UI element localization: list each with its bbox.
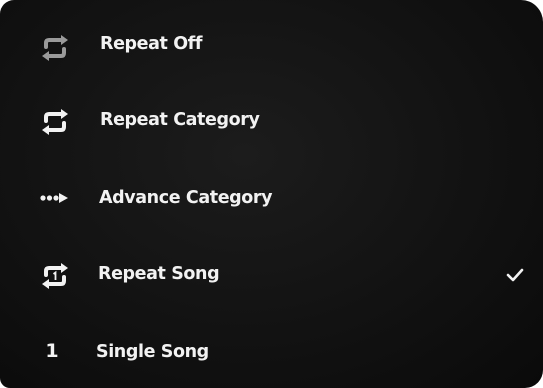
menu-item-repeat-off[interactable]: Repeat Off (0, 8, 543, 84)
repeat-off-icon (33, 30, 77, 66)
menu-item-advance-category[interactable]: Advance Category (0, 160, 543, 236)
repeat-mode-menu: Repeat Off Repeat Category Advance Categ… (0, 0, 543, 388)
menu-item-label: Advance Category (99, 188, 273, 208)
menu-item-repeat-category[interactable]: Repeat Category (0, 84, 543, 160)
repeat-icon (33, 104, 77, 140)
menu-item-repeat-song[interactable]: Repeat Song (0, 236, 543, 312)
menu-item-label: Repeat Off (100, 34, 203, 54)
menu-item-single-song[interactable]: 1 Single Song (0, 312, 543, 388)
checkmark-icon (505, 266, 525, 284)
menu-item-label: Repeat Song (98, 264, 220, 284)
menu-item-label: Single Song (96, 342, 209, 362)
advance-icon (33, 180, 77, 216)
single-number-icon: 1 (45, 340, 59, 362)
repeat-one-icon (33, 258, 77, 294)
menu-item-label: Repeat Category (100, 110, 260, 130)
screen: Repeat Off Repeat Category Advance Categ… (0, 0, 543, 388)
